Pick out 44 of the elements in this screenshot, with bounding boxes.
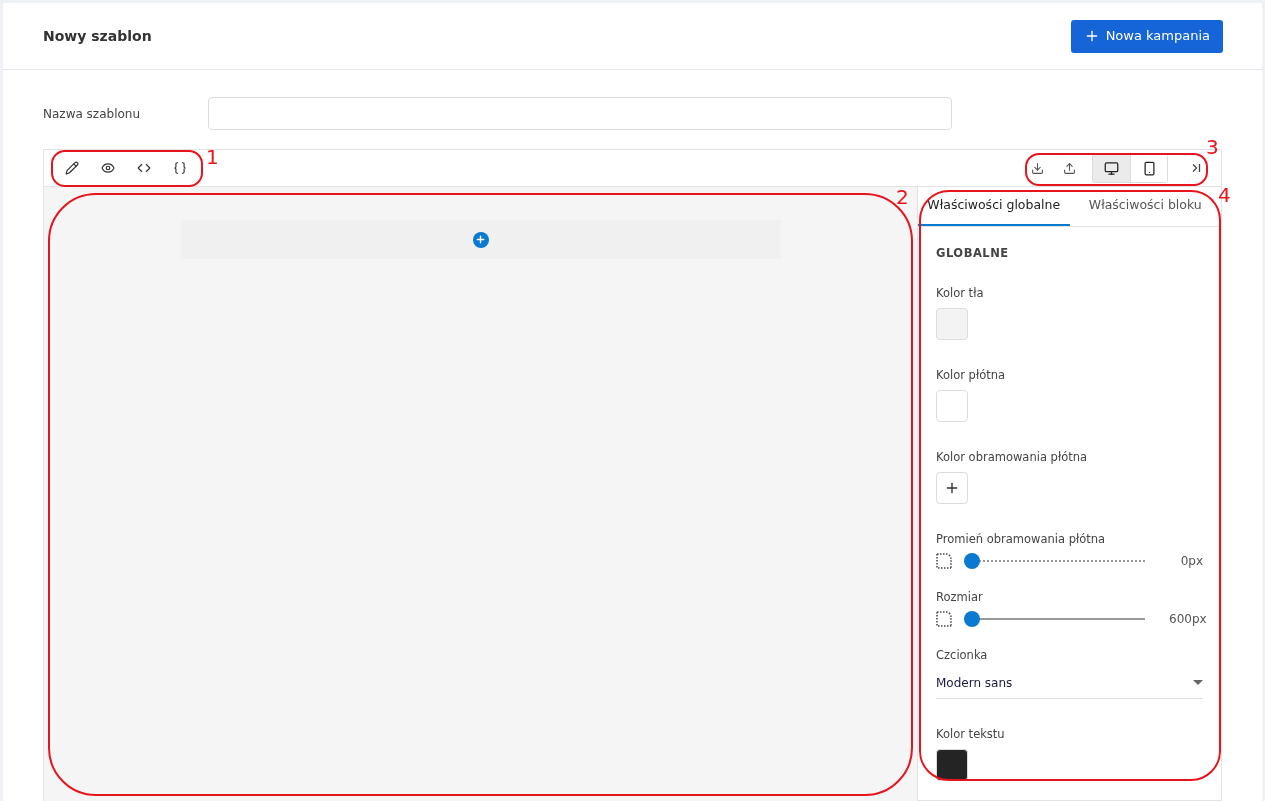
property-label: Czcionka [936, 648, 989, 662]
template-name-input[interactable] [208, 97, 952, 130]
eye-icon [101, 161, 115, 175]
section-heading: GLOBALNE [936, 246, 1010, 260]
slider-thumb[interactable] [964, 611, 980, 627]
download-icon [1030, 161, 1044, 175]
upload-icon [1062, 161, 1076, 175]
pencil-icon [65, 161, 79, 175]
panel-tab[interactable]: Właściwości globalne [918, 187, 1070, 226]
border-radius-icon [936, 611, 952, 627]
annotation-number: 1 [206, 146, 219, 168]
device-toggle[interactable] [1093, 154, 1130, 182]
caret-icon [1193, 680, 1203, 686]
property-label: Kolor obramowania płótna [936, 450, 1088, 464]
add-block-button[interactable] [472, 231, 489, 248]
new-campaign-button[interactable]: Nowa kampania [1070, 19, 1223, 53]
plus-icon [944, 480, 960, 496]
property-label: Promień obramowania płótna [936, 532, 1107, 546]
phone-icon [1141, 160, 1157, 176]
slider-value: 0px [1179, 553, 1203, 570]
braces-icon [173, 161, 187, 175]
device-toggle[interactable] [1130, 154, 1167, 182]
annotation-number: 2 [896, 186, 909, 208]
slider-thumb[interactable] [964, 553, 980, 569]
property-label: Rozmiar [936, 590, 984, 604]
color-swatch[interactable] [936, 390, 968, 422]
slider-track[interactable] [964, 553, 1145, 569]
color-swatch[interactable] [936, 749, 968, 781]
color-swatch[interactable] [936, 308, 968, 340]
code-icon [137, 161, 151, 175]
property-label: Kolor tekstu [936, 727, 1005, 741]
field-label: Nazwa szablonu [43, 105, 142, 123]
collapse-panel-icon [1191, 163, 1201, 173]
add-color-button[interactable] [936, 472, 968, 504]
font-dropdown[interactable]: Modern sans [936, 674, 1203, 699]
slider-track[interactable] [964, 611, 1145, 627]
property-label: Kolor płótna [936, 368, 1006, 382]
border-radius-icon [936, 553, 952, 569]
property-label: Kolor tła [936, 286, 984, 300]
monitor-icon [1104, 160, 1119, 176]
annotation-number: 4 [1218, 184, 1231, 206]
plus-icon [475, 234, 486, 245]
annotation-number: 3 [1206, 136, 1219, 158]
page-title: Nowy szablon [43, 26, 152, 46]
